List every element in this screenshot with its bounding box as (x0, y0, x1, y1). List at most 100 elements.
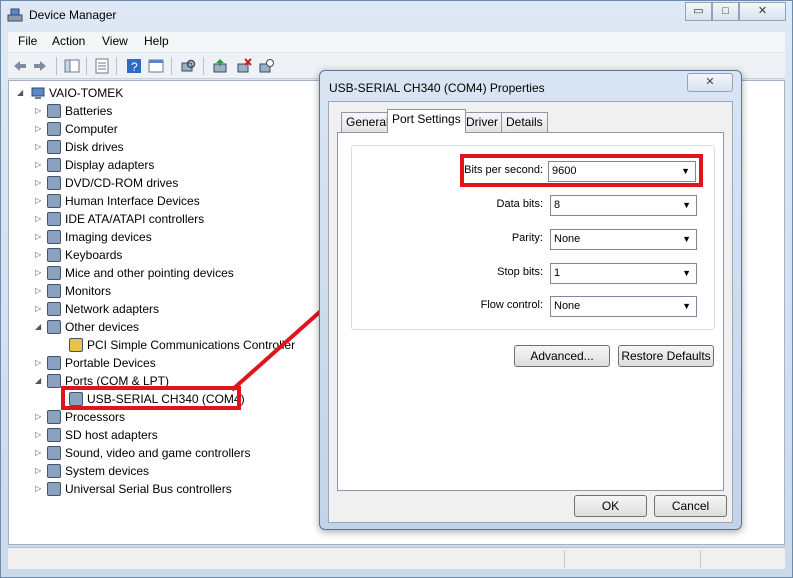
expand-icon[interactable]: ▷ (35, 246, 41, 264)
parity-select[interactable]: None ▼ (550, 229, 697, 250)
maximize-button[interactable]: □ (712, 2, 739, 21)
hid-icon (47, 194, 61, 208)
menu-help[interactable]: Help (144, 34, 169, 48)
processor-icon (47, 410, 61, 424)
back-icon[interactable] (12, 58, 28, 74)
dvd-drive-icon (47, 176, 61, 190)
network-icon (47, 302, 61, 316)
disable-device-icon[interactable] (258, 58, 274, 74)
expand-icon[interactable]: ▷ (35, 264, 41, 282)
expand-icon[interactable]: ▷ (35, 192, 41, 210)
expand-icon[interactable]: ▷ (35, 282, 41, 300)
dropdown-arrow-icon: ▼ (682, 234, 691, 244)
tab-port-settings[interactable]: Port Settings (387, 109, 466, 133)
advanced-button[interactable]: Advanced... (514, 345, 610, 367)
computer-root-icon (31, 87, 45, 99)
menu-view[interactable]: View (102, 34, 128, 48)
show-hide-console-tree-icon[interactable] (64, 58, 80, 74)
title-bar[interactable]: Device Manager ▭ □ ✕ (1, 1, 792, 29)
tree-item-label: Network adapters (65, 302, 160, 316)
expand-icon[interactable]: ▷ (35, 300, 41, 318)
expand-icon[interactable]: ▷ (35, 120, 41, 138)
tree-item-label: Sound, video and game controllers (65, 446, 251, 460)
restore-defaults-button[interactable]: Restore Defaults (618, 345, 714, 367)
expand-icon[interactable]: ▷ (35, 426, 41, 444)
collapse-icon[interactable]: ◢ (35, 318, 41, 336)
window-title: Device Manager (29, 8, 117, 22)
tree-item-label: Mice and other pointing devices (65, 266, 234, 280)
usb-icon (47, 482, 61, 496)
dropdown-arrow-icon: ▼ (682, 301, 691, 311)
tree-item-label: Computer (65, 122, 118, 136)
help-icon[interactable]: ? (126, 58, 142, 74)
tree-item-label: Human Interface Devices (65, 194, 200, 208)
speaker-icon (47, 446, 61, 460)
stop-bits-value: 1 (554, 267, 561, 279)
forward-icon[interactable] (32, 58, 48, 74)
data-bits-select[interactable]: 8 ▼ (550, 195, 697, 216)
expand-icon[interactable]: ▷ (35, 408, 41, 426)
dialog-body: General Port Settings Driver Details Bit… (328, 101, 733, 523)
view-icon[interactable] (148, 58, 164, 74)
expand-icon[interactable]: ▷ (35, 138, 41, 156)
tree-item-label: SD host adapters (65, 428, 158, 442)
dialog-close-button[interactable]: ✕ (687, 73, 733, 92)
tree-item-label: Imaging devices (65, 230, 152, 244)
tree-item-label: Disk drives (65, 140, 124, 154)
ok-button[interactable]: OK (574, 495, 647, 517)
data-bits-label: Data bits: (496, 198, 543, 210)
expand-icon[interactable]: ▷ (35, 174, 41, 192)
parity-value: None (554, 233, 581, 245)
dropdown-arrow-icon: ▼ (682, 268, 691, 278)
menu-action[interactable]: Action (52, 34, 85, 48)
expand-icon[interactable]: ▷ (35, 156, 41, 174)
expand-icon[interactable]: ▷ (35, 480, 41, 498)
tree-item-label: Processors (65, 410, 126, 424)
port-icon (47, 374, 61, 388)
expand-icon[interactable]: ▷ (35, 210, 41, 228)
scan-hardware-icon[interactable] (180, 58, 196, 74)
ide-controller-icon (47, 212, 61, 226)
expand-icon[interactable]: ▷ (35, 462, 41, 480)
properties-dialog: USB-SERIAL CH340 (COM4) Properties ✕ Gen… (319, 70, 742, 530)
update-driver-icon[interactable] (212, 58, 228, 74)
unknown-device-icon (47, 320, 61, 334)
monitor-icon (47, 284, 61, 298)
minimize-button[interactable]: ▭ (685, 2, 712, 21)
tab-driver[interactable]: Driver (461, 112, 503, 132)
system-device-icon (47, 464, 61, 478)
close-button[interactable]: ✕ (739, 2, 786, 21)
tree-item-label: Other devices (65, 320, 140, 334)
warning-device-icon (69, 338, 83, 352)
device-manager-icon (7, 8, 23, 22)
tree-root-label: VAIO-TOMEK (49, 86, 124, 100)
expand-icon[interactable]: ▷ (35, 228, 41, 246)
expand-icon[interactable]: ▷ (35, 444, 41, 462)
stop-bits-select[interactable]: 1 ▼ (550, 263, 697, 284)
status-cell (700, 550, 785, 568)
svg-text:?: ? (131, 60, 138, 74)
battery-icon (47, 104, 61, 118)
menu-file[interactable]: File (18, 34, 37, 48)
data-bits-value: 8 (554, 199, 561, 211)
cancel-button[interactable]: Cancel (654, 495, 727, 517)
expand-icon[interactable]: ▷ (35, 354, 41, 372)
tree-item-label: Display adapters (65, 158, 155, 172)
disk-drive-icon (47, 140, 61, 154)
sd-card-icon (47, 428, 61, 442)
tree-item-label: Batteries (65, 104, 113, 118)
expand-icon[interactable]: ▷ (35, 102, 41, 120)
tab-general[interactable]: General (341, 112, 394, 132)
uninstall-icon[interactable] (236, 58, 252, 74)
properties-icon[interactable] (94, 58, 110, 74)
status-bar (8, 547, 785, 569)
flow-control-label: Flow control: (480, 299, 543, 311)
tree-item-label: Universal Serial Bus controllers (65, 482, 232, 496)
status-cell (564, 550, 700, 568)
parity-label: Parity: (511, 232, 543, 244)
tree-item-label: DVD/CD-ROM drives (65, 176, 179, 190)
collapse-icon[interactable]: ◢ (35, 372, 41, 390)
collapse-icon[interactable]: ◢ (17, 84, 23, 102)
tab-details[interactable]: Details (501, 112, 548, 132)
flow-control-select[interactable]: None ▼ (550, 296, 697, 317)
